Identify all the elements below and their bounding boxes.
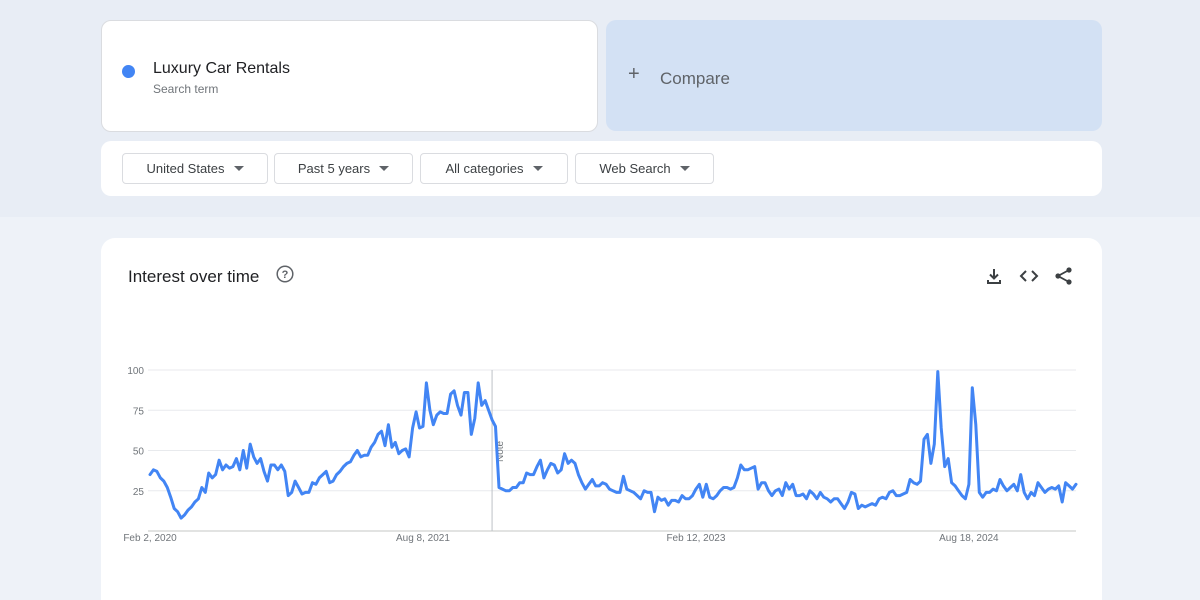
- chart-title: Interest over time: [128, 267, 260, 286]
- filter-time-range[interactable]: Past 5 years: [274, 153, 413, 184]
- filter-search-type[interactable]: Web Search: [575, 153, 714, 184]
- download-icon[interactable]: [983, 265, 1005, 287]
- interest-over-time-card: Interest over time ?: [101, 238, 1102, 600]
- svg-text:?: ?: [282, 269, 289, 281]
- dropdown-arrow-icon: [532, 166, 543, 171]
- filter-region[interactable]: United States: [122, 153, 268, 184]
- embed-icon[interactable]: [1018, 265, 1040, 287]
- compare-label: Compare: [660, 69, 730, 88]
- compare-button[interactable]: + Compare: [606, 20, 1102, 131]
- plus-icon: +: [628, 63, 640, 85]
- filter-region-label: United States: [146, 161, 225, 176]
- filter-time-range-label: Past 5 years: [297, 161, 371, 176]
- search-term-subtitle: Search term: [153, 82, 219, 96]
- filter-category[interactable]: All categories: [420, 153, 568, 184]
- dropdown-arrow-icon: [233, 166, 244, 171]
- search-term-name: Luxury Car Rentals: [153, 60, 290, 77]
- dropdown-arrow-icon: [379, 166, 390, 171]
- help-icon[interactable]: ?: [276, 265, 294, 283]
- share-icon[interactable]: [1053, 265, 1075, 287]
- dropdown-arrow-icon: [679, 166, 690, 171]
- filter-bar: United States Past 5 years All categorie…: [101, 141, 1102, 196]
- search-term-card[interactable]: Luxury Car Rentals Search term: [101, 20, 598, 132]
- term-color-dot: [122, 65, 135, 78]
- filter-search-type-label: Web Search: [599, 161, 671, 176]
- filter-category-label: All categories: [445, 161, 524, 176]
